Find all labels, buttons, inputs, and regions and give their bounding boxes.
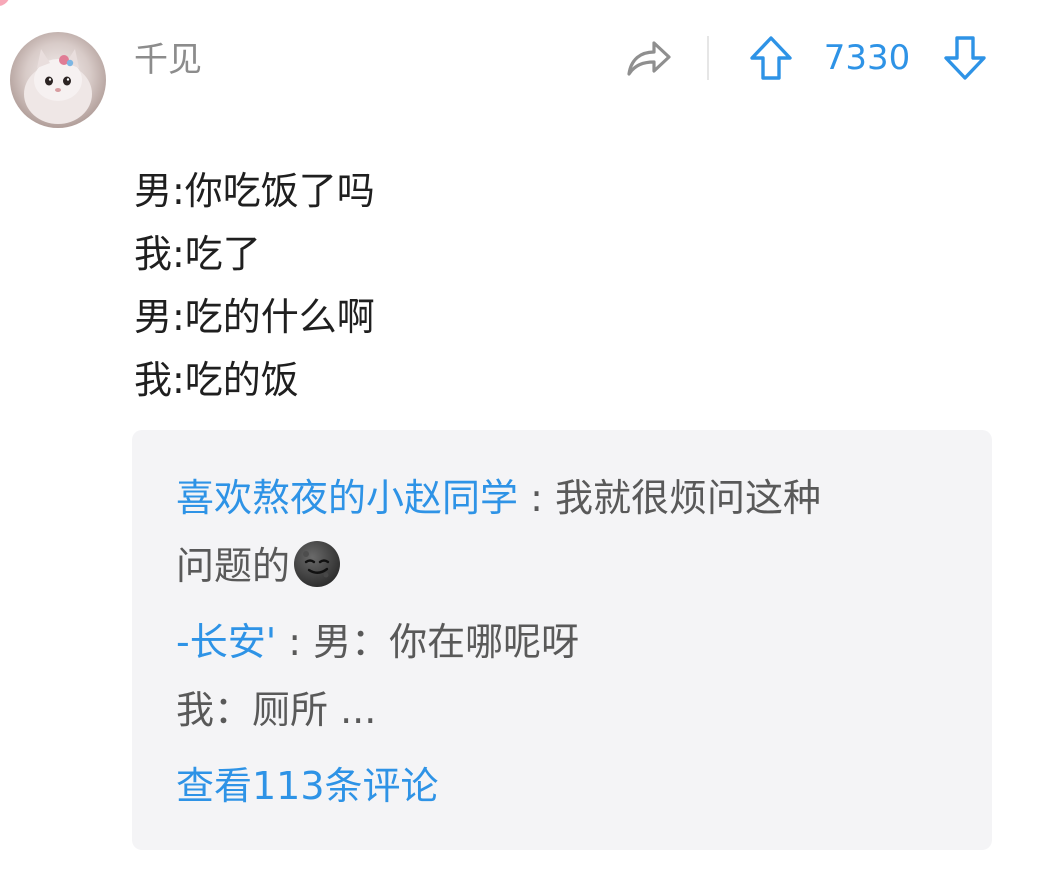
reply-author[interactable]: 喜欢熬夜的小赵同学	[176, 476, 518, 520]
vote-count: 7330	[823, 38, 911, 78]
comment-body-line: 我:吃了	[134, 232, 261, 276]
upvote-arrow-icon[interactable]	[748, 34, 794, 82]
comment-username[interactable]: 千见	[134, 36, 202, 84]
reply-text: 男：你在哪呢呀	[313, 620, 580, 664]
reply-text: 问题的	[176, 544, 291, 588]
reply-separator: :	[276, 620, 314, 664]
view-all-comments-link[interactable]: 查看113条评论	[176, 756, 439, 816]
reply-text: 我就很烦问这种	[554, 476, 821, 520]
comment-body-line: 男:你吃饭了吗	[134, 169, 375, 213]
reply-separator: :	[518, 476, 555, 520]
action-divider	[707, 36, 709, 80]
avatar[interactable]	[10, 32, 106, 128]
reply-text: 我：厕所 ...	[176, 688, 377, 732]
comment-body-line: 男:吃的什么啊	[134, 295, 375, 339]
cat-avatar-image	[24, 49, 92, 124]
reply-preview-box[interactable]: 喜欢熬夜的小赵同学 : 我就很烦问这种问题的 -长安' : 男：你在哪呢呀我：厕…	[132, 430, 992, 850]
downvote-arrow-icon[interactable]	[942, 34, 988, 82]
reply-item[interactable]: 喜欢熬夜的小赵同学 : 我就很烦问这种问题的	[176, 464, 966, 600]
comment-body-line: 我:吃的饭	[134, 358, 299, 402]
corner-decoration	[0, 0, 10, 6]
smirking-moon-emoji	[292, 539, 342, 589]
share-icon[interactable]	[622, 34, 674, 82]
reply-author[interactable]: -长安'	[176, 620, 276, 664]
reply-item[interactable]: -长安' : 男：你在哪呢呀我：厕所 ...	[176, 608, 966, 744]
comment-body: 男:你吃饭了吗 我:吃了 男:吃的什么啊 我:吃的饭	[134, 160, 994, 412]
